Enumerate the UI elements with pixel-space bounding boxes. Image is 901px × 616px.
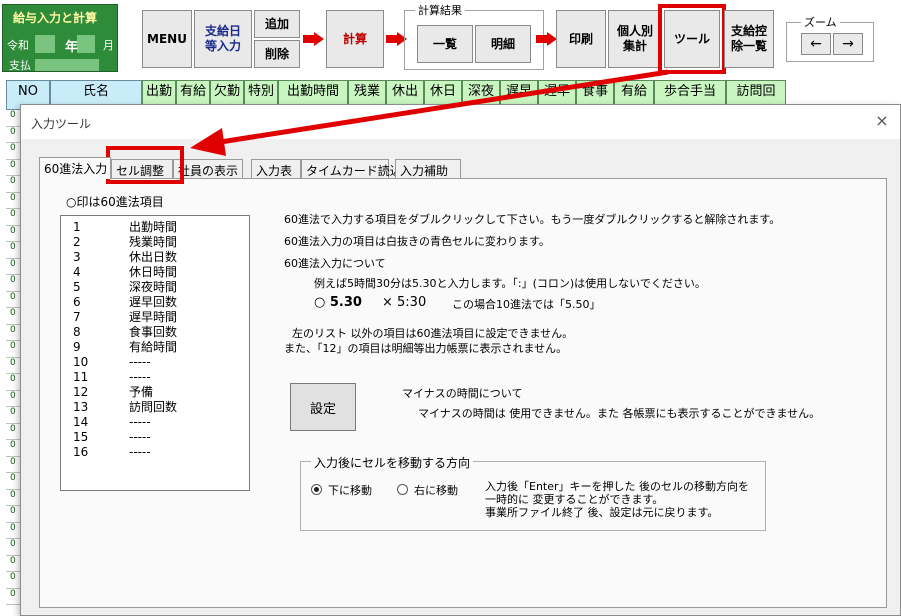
tab-sexagesimal-input[interactable]: 60進法入力 [39,157,111,179]
list-item[interactable]: 14 ----- [61,415,249,430]
add-button[interactable]: 追加 [254,10,300,38]
move-down-radio[interactable]: 下に移動 [311,482,372,498]
zoom-in-button[interactable]: → [833,33,863,55]
instruction-text: 例えば5時間30分は5.30と入力します。「:」(コロン)は使用しないでください… [314,277,706,290]
list-item[interactable]: 8 食事回数 [61,325,249,340]
zoom-label: ズーム [801,14,840,30]
tab-input-table[interactable]: 入力表 [251,159,301,179]
radio-unselected-icon [397,484,408,495]
list-item[interactable]: 12 予備 [61,385,249,400]
arrow-right-icon [536,32,558,46]
detail-button[interactable]: 明細 [475,25,531,63]
date-row: 令和 年 月 [7,37,114,55]
list-item[interactable]: 10 ----- [61,355,249,370]
arrow-right-icon [303,32,325,46]
tab-timecard-import[interactable]: タイムカード読込 [301,159,402,179]
menu-button[interactable]: MENU [142,10,192,68]
ok-example: ○ 5.30 [314,295,362,310]
list-item[interactable]: 5 深夜時間 [61,280,249,295]
instruction-text: 60進法入力の項目は白抜きの青色セルに変わります。 [284,235,550,248]
dialog-titlebar: 入力ツール × [21,105,900,139]
era-label: 令和 [7,39,29,52]
move-direction-label: 入力後にセルを移動する方向 [311,454,474,471]
list-item[interactable]: 4 休日時間 [61,265,249,280]
delete-button[interactable]: 削除 [254,40,300,68]
minus-title: マイナスの時間について [402,387,523,400]
app-title: 給与入力と計算 [13,11,98,25]
list-item[interactable]: 11 ----- [61,370,249,385]
close-icon[interactable]: × [872,111,892,131]
list-button[interactable]: 一覧 [417,25,473,63]
list-item[interactable]: 6 遅早回数 [61,295,249,310]
instruction-text: また、「12」の項目は明細等出力帳票に表示されません。 [284,342,568,355]
set-button[interactable]: 設定 [290,383,356,431]
highlight-box [106,146,184,184]
instruction-heading: 60進法入力について [284,257,386,270]
calc-button[interactable]: 計算 [326,10,384,68]
individual-summary-button[interactable]: 個人別 集計 [608,10,662,68]
list-item[interactable]: 2 残業時間 [61,235,249,250]
zoom-out-button[interactable]: ← [801,33,831,55]
ng-example: × 5:30 [382,295,427,310]
item-listbox[interactable]: 1 出勤時間 2 残業時間 3 休出日数 4 休日時間 5 深夜時間 6 遅早回数 7 遅早時… [60,215,250,491]
highlight-box [658,4,726,74]
example-note: この場合10進法では「5.50」 [452,298,601,311]
pay-label: 支払 [9,59,31,72]
move-description: 事業所ファイル終了 後、設定は元に戻ります。 [485,506,719,519]
tab-input-assist[interactable]: 入力補助 [395,159,461,179]
toolbar: 給与入力と計算 令和 年 月 支払 MENU 支給日 等入力 追加 削除 計算 … [0,0,901,80]
dialog-title: 入力ツール [31,117,92,131]
list-item[interactable]: 1 出勤時間 [61,220,249,235]
era-year-value [35,35,55,53]
instruction-text: 60進法で入力する項目をダブルクリックして下さい。もう一度ダブルクリックすると解… [284,213,781,226]
radio-selected-icon [311,484,322,495]
list-item[interactable]: 13 訪問回数 [61,400,249,415]
print-button[interactable]: 印刷 [556,10,606,68]
list-item[interactable]: 3 休出日数 [61,250,249,265]
instruction-text: 左のリスト 以外の項目は60進法項目に設定できません。 [292,327,574,340]
list-item[interactable]: 9 有給時間 [61,340,249,355]
zoom-group: ズーム ← → [786,14,874,62]
move-right-radio[interactable]: 右に移動 [397,482,458,498]
month-value [77,35,95,53]
sexagesimal-note: ○印は60進法項目 [66,195,164,209]
list-item[interactable]: 7 遅早時間 [61,310,249,325]
pay-date-value [35,59,99,71]
list-item[interactable]: 16 ----- [61,445,249,460]
deduction-list-button[interactable]: 支給控 除一覧 [724,10,774,68]
minus-text: マイナスの時間は 使用できません。また 各帳票にも表示することができません。 [418,407,821,420]
payday-input-button[interactable]: 支給日 等入力 [194,10,252,68]
app-title-panel: 給与入力と計算 令和 年 月 支払 [2,4,118,72]
move-direction-group: 入力後にセルを移動する方向 下に移動 右に移動 入力後「Enter」キーを押した… [300,454,766,531]
list-item[interactable]: 15 ----- [61,430,249,445]
calc-results-label: 計算結果 [415,2,465,18]
month-label: 月 [103,39,114,52]
year-label: 年 [65,40,79,55]
calc-results-group: 計算結果 一覧 明細 [404,2,544,70]
tab-panel: ○印は60進法項目 1 出勤時間 2 残業時間 3 休出日数 4 休日時間 5 深夜時間 … [39,178,887,608]
